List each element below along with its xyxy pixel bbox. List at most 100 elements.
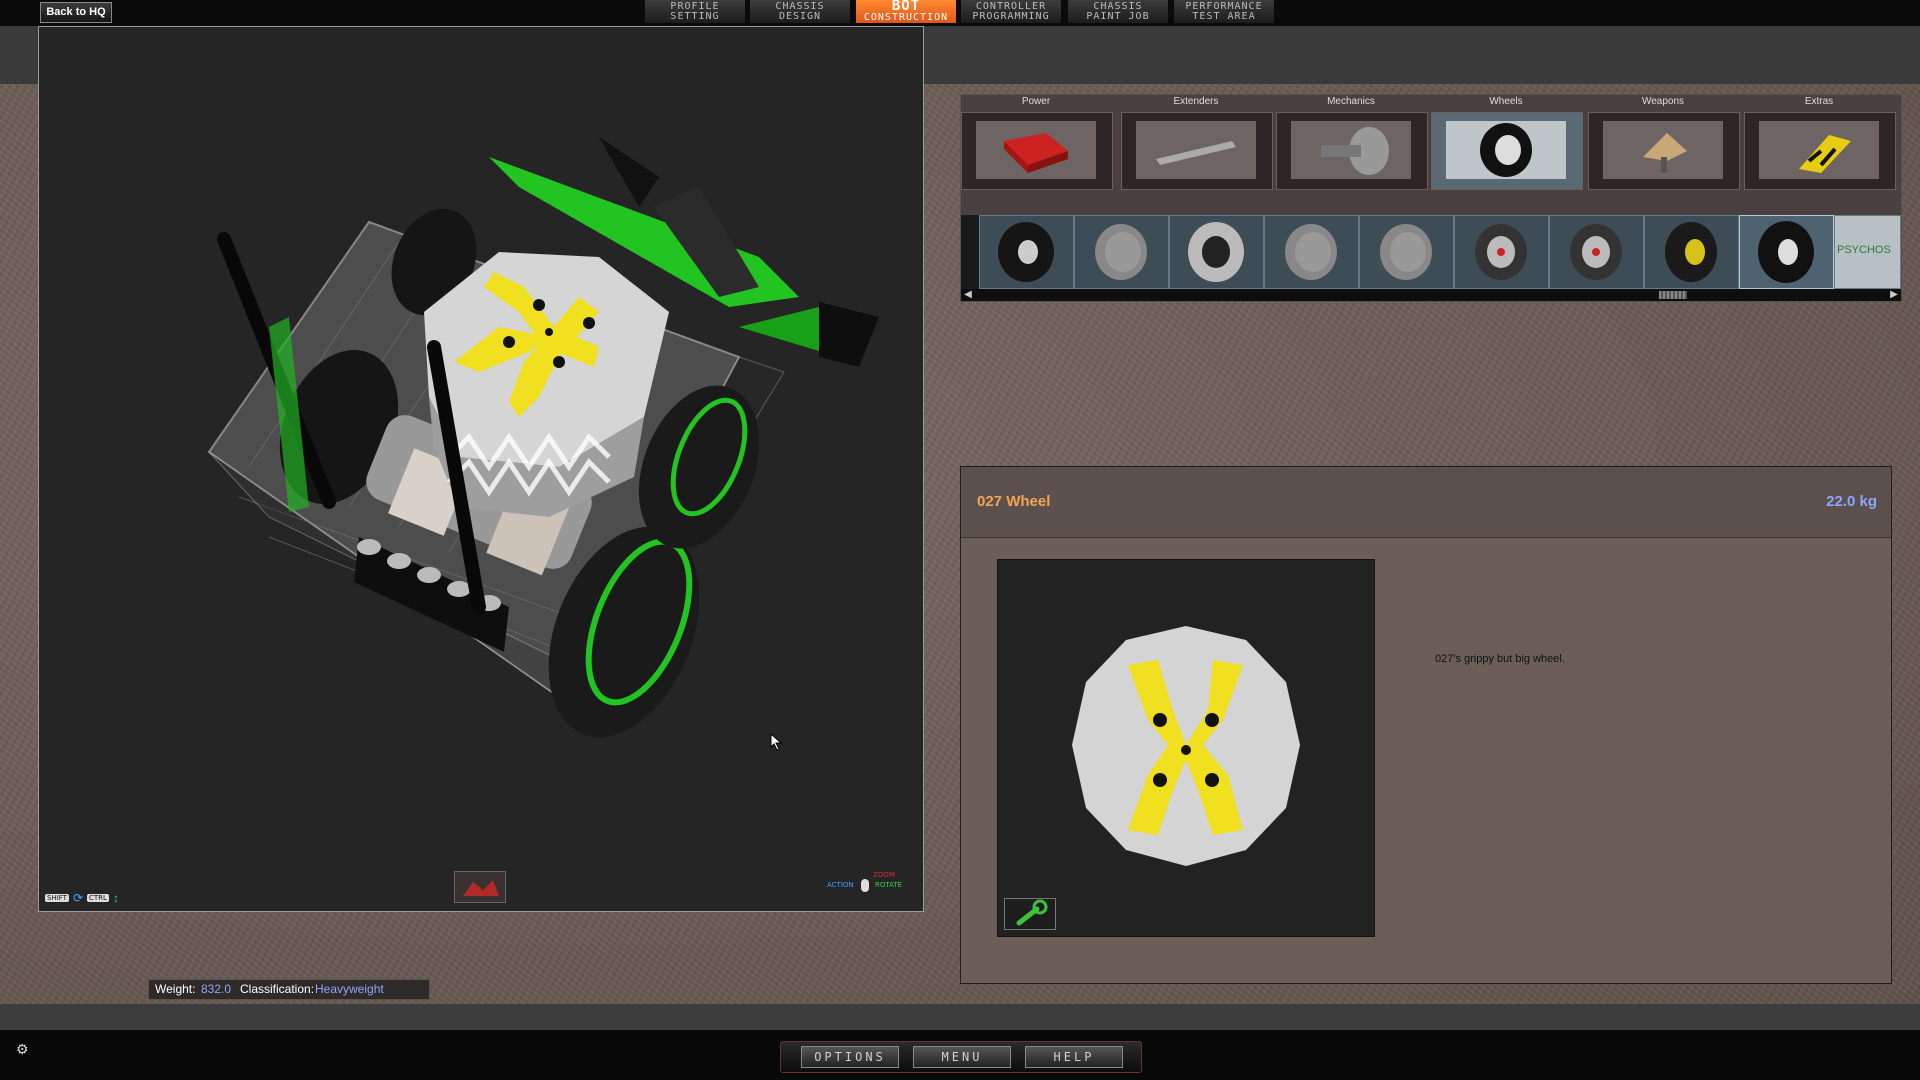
wheel-option-10[interactable]: PSYCHOS xyxy=(1834,215,1901,289)
ctrl-key-icon: CTRL xyxy=(87,894,109,902)
tab-label: CHASSIS xyxy=(1093,0,1143,12)
wheel-icon xyxy=(1570,224,1622,280)
tab-sublabel: DESIGN xyxy=(778,10,822,22)
wheel-option-7[interactable] xyxy=(1549,215,1644,289)
bottom-strip xyxy=(0,1004,1920,1030)
wheel-option-4[interactable] xyxy=(1264,215,1359,289)
wheel-option-9-selected[interactable] xyxy=(1739,215,1834,289)
category-mechanics[interactable] xyxy=(1276,112,1428,190)
wheel-option-2[interactable] xyxy=(1074,215,1169,289)
tab-bot-construction[interactable]: BOT CONSTRUCTION xyxy=(856,0,956,23)
vertical-move-icon: ↕ xyxy=(112,891,119,905)
rotate-hint: ROTATE xyxy=(875,881,903,889)
action-hint: ACTION xyxy=(827,881,854,889)
wheel-icon xyxy=(998,222,1054,282)
menu-button[interactable]: MENU xyxy=(913,1046,1011,1068)
mouse-icon xyxy=(861,879,869,892)
help-button[interactable]: HELP xyxy=(1025,1046,1123,1068)
tab-chassis-paint-job[interactable]: CHASSIS PAINT JOB xyxy=(1068,0,1168,23)
part-preview xyxy=(997,559,1375,937)
category-wheels[interactable] xyxy=(1431,112,1583,190)
tab-chassis-design[interactable]: CHASSIS DESIGN xyxy=(750,0,850,23)
scroll-left-arrow-icon[interactable]: ◀ xyxy=(961,289,975,301)
tab-sublabel: TEST AREA xyxy=(1192,10,1256,22)
weapons-thumbnail xyxy=(1603,121,1723,179)
mechanics-thumbnail xyxy=(1291,121,1411,179)
robot-3d-viewport[interactable]: SHIFT ⟳ CTRL ↕ ZOOM ACTION ROTATE xyxy=(38,26,924,912)
wheel-option-8[interactable] xyxy=(1644,215,1739,289)
tab-label: PERFORMANCE xyxy=(1185,0,1263,12)
wheel-icon xyxy=(1475,224,1527,280)
wheel-option-5[interactable] xyxy=(1359,215,1454,289)
tab-controller-programming[interactable]: CONTROLLER PROGRAMMING xyxy=(961,0,1061,23)
wheel-preview-image xyxy=(1072,626,1300,866)
weight-label: Weight: xyxy=(155,982,196,996)
wheel-icon xyxy=(1285,224,1337,280)
tab-sublabel: PAINT JOB xyxy=(1086,10,1150,22)
extras-thumbnail xyxy=(1759,121,1879,179)
part-info-header: 027 Wheel 22.0 kg xyxy=(961,467,1891,538)
options-button[interactable]: OPTIONS xyxy=(801,1046,899,1068)
rear-plate xyxy=(599,137,659,207)
tab-sublabel: CONSTRUCTION xyxy=(863,12,949,23)
category-label-wheels: Wheels xyxy=(1489,96,1523,107)
wheel-icon xyxy=(1188,222,1244,282)
tab-sublabel: PROGRAMMING xyxy=(972,10,1050,22)
classification-label: Classification: xyxy=(240,982,315,996)
motor-icon xyxy=(1321,127,1389,175)
robot-model xyxy=(207,137,879,738)
category-label-extenders: Extenders xyxy=(1173,96,1219,107)
wheel-icon xyxy=(1480,123,1532,177)
category-weapons[interactable] xyxy=(1588,112,1740,190)
top-nav-bar: Back to HQ PROFILE SETTING CHASSIS DESIG… xyxy=(0,0,1920,26)
mouse-cursor-icon xyxy=(770,733,783,751)
tab-label: CONTROLLER xyxy=(975,0,1047,12)
weight-value: 832.0 xyxy=(201,982,232,996)
extenders-thumbnail xyxy=(1136,121,1256,179)
wrench-glyph xyxy=(1016,899,1048,926)
category-extenders[interactable] xyxy=(1121,112,1273,190)
tab-profile-setting[interactable]: PROFILE SETTING xyxy=(645,0,745,23)
bottom-menu: OPTIONS MENU HELP xyxy=(780,1041,1142,1073)
mouse-controls-hint: ZOOM ACTION ROTATE xyxy=(827,871,917,901)
wheels-thumbnail xyxy=(1446,121,1566,179)
shift-key-icon: SHIFT xyxy=(45,894,69,902)
wheel-option-6[interactable] xyxy=(1454,215,1549,289)
category-label-weapons: Weapons xyxy=(1641,96,1685,107)
category-label-power: Power xyxy=(1021,96,1051,107)
tab-sublabel: SETTING xyxy=(670,10,720,22)
thumbnail-image xyxy=(463,880,499,896)
parts-catalog: Power Extenders Mechanics Wheels Weapons… xyxy=(960,94,1902,302)
part-info-panel: 027 Wheel 22.0 kg 027's grippy but big w… xyxy=(960,466,1892,984)
part-weight: 22.0 kg xyxy=(1826,493,1877,510)
tab-label: PROFILE xyxy=(670,0,720,12)
classification-value: Heavyweight xyxy=(315,982,384,996)
category-label-mechanics: Mechanics xyxy=(1327,96,1375,107)
back-to-hq-button[interactable]: Back to HQ xyxy=(40,2,112,23)
wheel-icon xyxy=(1758,221,1814,283)
wheel-icon xyxy=(1095,224,1147,280)
view-thumbnail-button[interactable] xyxy=(454,871,506,903)
part-description: 027's grippy but big wheel. xyxy=(1435,653,1565,665)
blade-icon xyxy=(1643,133,1687,173)
category-extras[interactable] xyxy=(1744,112,1896,190)
part-name: 027 Wheel xyxy=(977,493,1051,510)
wheel-option-label: PSYCHOS xyxy=(1837,244,1891,256)
wheel-strip-scrollbar[interactable]: ◀ ▶ xyxy=(961,289,1901,301)
wheel-option-3[interactable] xyxy=(1169,215,1264,289)
weight-status-bar: Weight: 832.0 Classification: Heavyweigh… xyxy=(148,979,430,1000)
wheel-icon xyxy=(1380,224,1432,280)
tab-performance-test-area[interactable]: PERFORMANCE TEST AREA xyxy=(1174,0,1274,23)
scroll-right-arrow-icon[interactable]: ▶ xyxy=(1887,289,1901,301)
options-gear-icon[interactable]: ⚙ xyxy=(16,1041,29,1058)
wheel-option-1[interactable] xyxy=(979,215,1074,289)
scrollbar-thumb[interactable] xyxy=(1659,291,1687,299)
battery-icon xyxy=(1004,133,1068,173)
camera-controls-hint: SHIFT ⟳ CTRL ↕ xyxy=(45,891,119,905)
wheel-selection-strip: PSYCHOS xyxy=(961,215,1901,289)
wrench-icon[interactable] xyxy=(1004,898,1056,930)
rear-bracket xyxy=(819,302,879,367)
rotate-icon: ⟳ xyxy=(72,891,84,905)
category-power[interactable] xyxy=(961,112,1113,190)
category-label-extras: Extras xyxy=(1804,96,1834,107)
